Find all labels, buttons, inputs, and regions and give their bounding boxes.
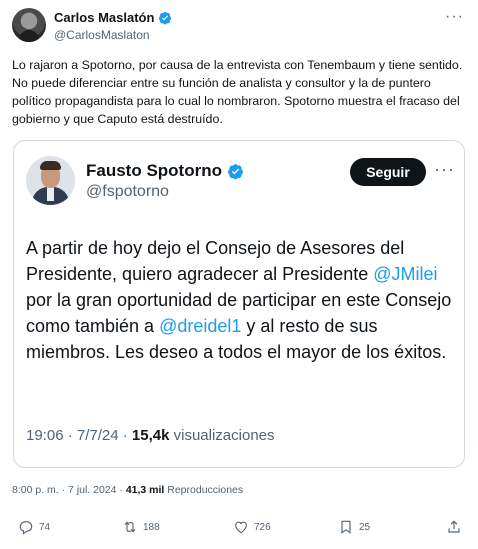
reply-count: 74 xyxy=(39,521,51,533)
views-count: 41,3 mil xyxy=(125,484,165,496)
quoted-tweet-text: A partir de hoy dejo el Consejo de Aseso… xyxy=(26,235,458,365)
retweet-button[interactable]: 188 xyxy=(122,519,160,535)
bookmark-icon xyxy=(341,520,351,534)
retweet-icon xyxy=(124,521,136,533)
share-button[interactable] xyxy=(446,519,462,535)
avatar-shirt xyxy=(47,187,54,201)
views-label: Reproducciones xyxy=(164,484,244,496)
author-handle[interactable]: @CarlosMaslaton xyxy=(54,28,150,42)
mention-dreidel1[interactable]: @dreidel1 xyxy=(159,316,241,336)
share-icon xyxy=(448,520,460,533)
verified-badge-icon xyxy=(228,163,243,179)
retweet-count: 188 xyxy=(143,521,160,533)
like-button[interactable]: 726 xyxy=(233,519,271,535)
quoted-author-handle[interactable]: @fspotorno xyxy=(86,183,169,201)
more-options-icon[interactable]: ··· xyxy=(445,8,464,26)
tweet: Carlos Maslatón @CarlosMaslaton ··· Lo r… xyxy=(0,0,478,549)
bookmark-button[interactable]: 25 xyxy=(338,519,370,535)
follow-button[interactable]: Seguir xyxy=(350,158,426,186)
quoted-tweet-card[interactable]: Fausto Spotorno @fspotorno Seguir ··· A … xyxy=(13,140,465,468)
verified-badge-icon xyxy=(159,11,172,24)
reply-icon xyxy=(19,521,33,535)
tweet-timestamp[interactable]: 8:00 p. m. · 7 jul. 2024 · xyxy=(12,484,126,496)
quoted-more-options-icon[interactable]: ··· xyxy=(434,159,455,180)
quoted-tweet-meta: 19:06 · 7/7/24 · 15,4k visualizaciones xyxy=(26,427,275,444)
author-name[interactable]: Carlos Maslatón xyxy=(54,10,154,25)
avatar-hair xyxy=(40,161,61,170)
tweet-text: Lo rajaron a Spotorno, por causa de la e… xyxy=(12,58,463,126)
tweet-meta: 8:00 p. m. · 7 jul. 2024 · 41,3 mil Repr… xyxy=(12,484,243,496)
bookmark-count: 25 xyxy=(359,521,371,533)
like-count: 726 xyxy=(254,521,271,533)
quoted-timestamp[interactable]: 19:06 · 7/7/24 · xyxy=(26,427,132,444)
quoted-author-name[interactable]: Fausto Spotorno xyxy=(86,161,222,181)
quoted-author-name-row: Fausto Spotorno xyxy=(86,161,244,181)
quoted-author-avatar[interactable] xyxy=(26,156,75,205)
mention-jmilei[interactable]: @JMilei xyxy=(373,264,437,284)
quoted-text-part-1: A partir de hoy dejo el Consejo de Aseso… xyxy=(26,238,405,284)
quoted-views-count: 15,4k xyxy=(131,427,170,444)
action-bar: 74 188 726 25 xyxy=(12,519,464,541)
heart-icon xyxy=(235,521,247,534)
author-avatar[interactable] xyxy=(12,8,46,42)
quoted-views-label: visualizaciones xyxy=(169,427,275,444)
reply-button[interactable]: 74 xyxy=(18,519,50,535)
author-name-row: Carlos Maslatón xyxy=(54,10,172,25)
